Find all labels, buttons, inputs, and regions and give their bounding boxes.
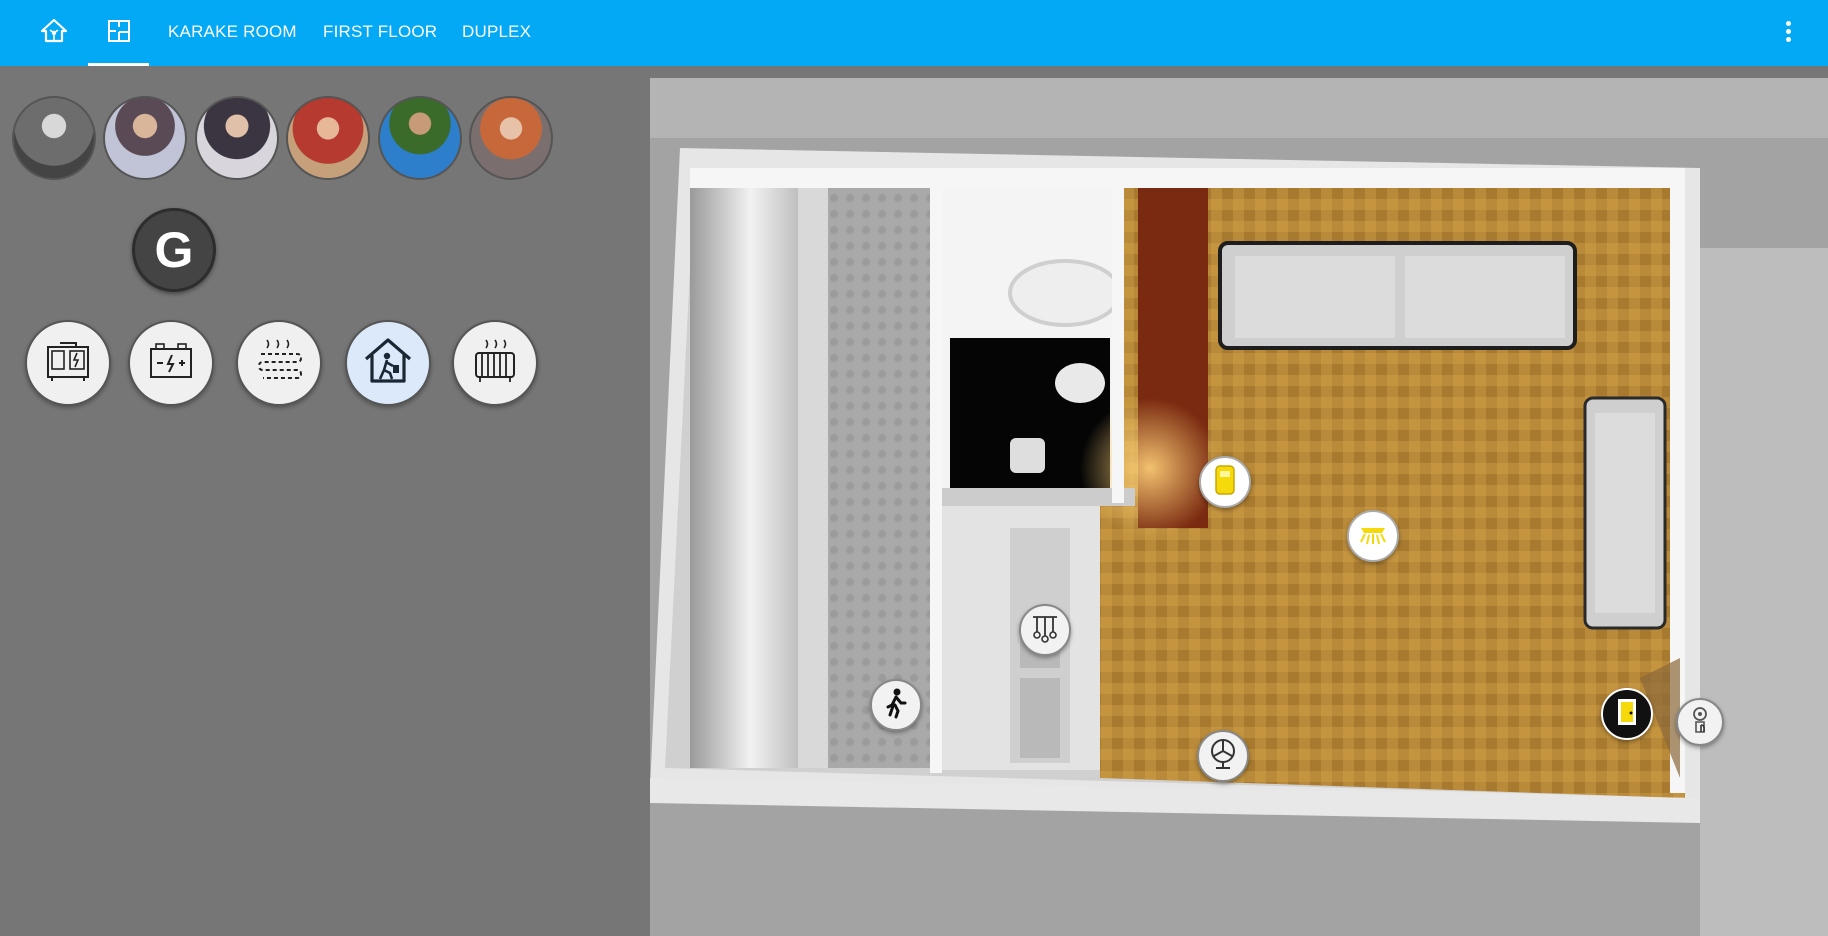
floorplan-view xyxy=(650,78,1828,936)
motion-sensor-icon xyxy=(882,687,910,724)
floor-heating-icon xyxy=(253,336,305,391)
generator-button[interactable] xyxy=(25,320,111,406)
floorplan-icon[interactable] xyxy=(102,14,136,48)
floor-heating-button[interactable] xyxy=(236,320,322,406)
ceiling-light-icon xyxy=(1356,520,1390,553)
chandelier-icon xyxy=(1029,612,1061,649)
water-heater-marker[interactable] xyxy=(1199,456,1251,508)
avatar-person-5[interactable] xyxy=(378,96,462,180)
tab-duplex[interactable]: DUPLEX xyxy=(462,22,531,42)
motion-sensor-marker[interactable] xyxy=(870,679,922,731)
avatar-person-3[interactable] xyxy=(195,96,279,180)
avatar-person-4[interactable] xyxy=(286,96,370,180)
fan-icon xyxy=(1207,737,1239,776)
radiator-button[interactable] xyxy=(452,320,538,406)
door-icon xyxy=(1614,696,1640,733)
radiator-icon xyxy=(468,336,522,391)
g-badge-letter: G xyxy=(154,222,194,278)
fan-marker[interactable] xyxy=(1197,730,1249,782)
home-assistant-icon[interactable] xyxy=(37,14,71,48)
dots-vertical-icon[interactable] xyxy=(1778,18,1798,48)
avatar-person-6[interactable] xyxy=(469,96,553,180)
g-badge[interactable]: G xyxy=(132,208,216,292)
app-header: KARAKE ROOM FIRST FLOOR DUPLEX xyxy=(0,0,1828,66)
doorbell-camera-marker[interactable] xyxy=(1676,698,1724,746)
tab-karake-room[interactable]: KARAKE ROOM xyxy=(168,22,297,42)
avatar-person-2[interactable] xyxy=(103,96,187,180)
chandelier-marker[interactable] xyxy=(1019,604,1071,656)
tab-first-floor[interactable]: FIRST FLOOR xyxy=(323,22,437,42)
doorbell-camera-icon xyxy=(1686,705,1714,740)
generator-icon xyxy=(42,337,94,390)
ceiling-light-marker[interactable] xyxy=(1347,510,1399,562)
avatar-person-1[interactable] xyxy=(12,96,96,180)
home-away-button[interactable] xyxy=(345,320,431,406)
battery-icon xyxy=(145,339,197,388)
door-marker[interactable] xyxy=(1601,688,1653,740)
left-panel xyxy=(0,66,650,936)
water-heater-icon xyxy=(1210,463,1240,502)
floorplan-image xyxy=(650,78,1828,936)
home-away-icon xyxy=(360,335,416,392)
battery-button[interactable] xyxy=(128,320,214,406)
